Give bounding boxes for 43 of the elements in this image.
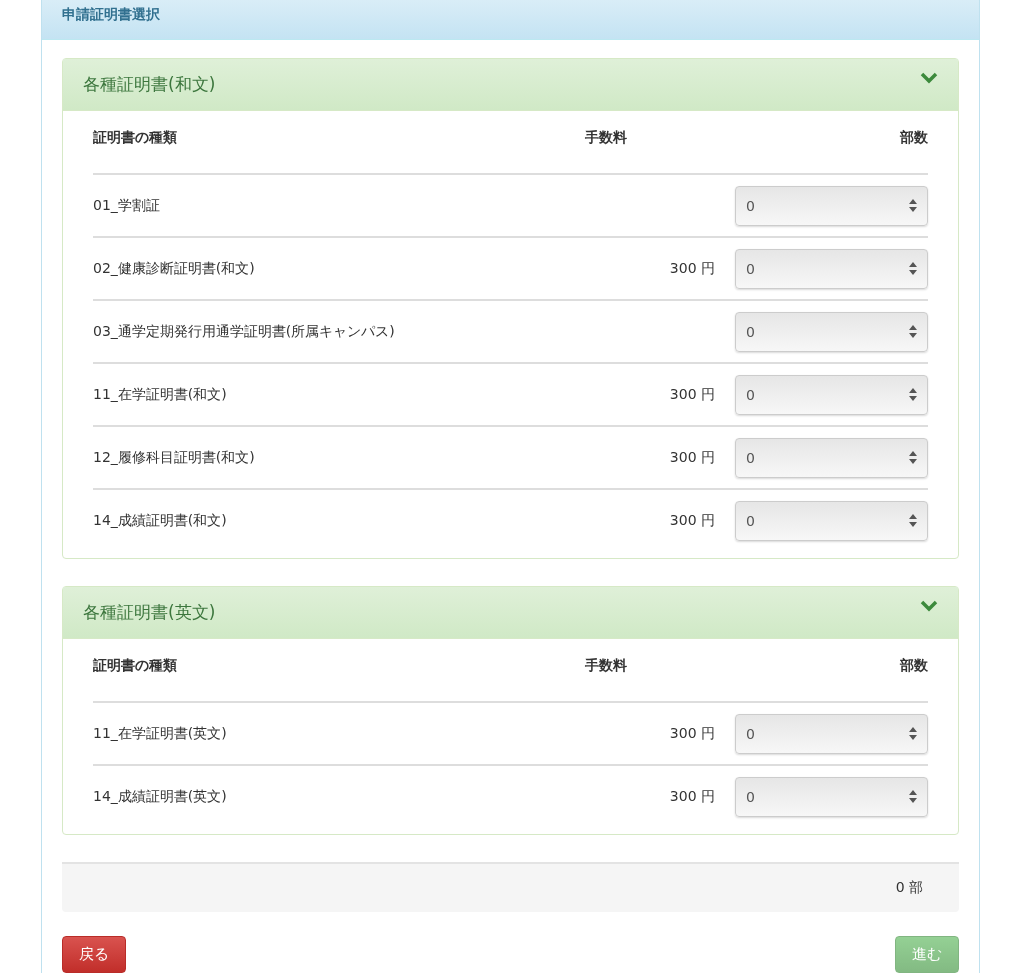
fee-text: 300 円 bbox=[669, 448, 715, 465]
count-select[interactable]: 0 bbox=[735, 437, 928, 478]
total-count: 0 部 bbox=[895, 879, 923, 897]
count-select[interactable]: 0 bbox=[735, 248, 928, 289]
panel-title: 申請証明書選択 bbox=[42, 0, 979, 40]
fee-text: 300 円 bbox=[669, 787, 715, 804]
certificate-name: 01_学割証 bbox=[93, 196, 161, 215]
column-header: 部数 bbox=[899, 657, 928, 675]
column-header: 手数料 bbox=[585, 129, 628, 147]
certificate-name: 14_成績証明書(和文) bbox=[93, 511, 228, 530]
chevron-down-icon[interactable] bbox=[920, 71, 938, 84]
count-select[interactable]: 0 bbox=[735, 776, 928, 817]
up-down-arrows-icon bbox=[909, 790, 917, 803]
section-title: 各種証明書(英文) bbox=[83, 601, 216, 624]
up-down-arrows-icon bbox=[909, 199, 917, 212]
up-down-arrows-icon bbox=[909, 262, 917, 275]
fee-text: 300 円 bbox=[669, 511, 715, 528]
back-button[interactable]: 戻る bbox=[62, 936, 126, 973]
count-select[interactable]: 0 bbox=[735, 713, 928, 754]
certificate-name: 11_在学証明書(英文) bbox=[93, 724, 228, 743]
certificate-name: 14_成績証明書(英文) bbox=[93, 787, 228, 806]
up-down-arrows-icon bbox=[909, 325, 917, 338]
count-select[interactable]: 0 bbox=[735, 311, 928, 352]
certificate-name: 02_健康診断証明書(和文) bbox=[93, 259, 256, 278]
up-down-arrows-icon bbox=[909, 514, 917, 527]
certificate-name: 12_履修科目証明書(和文) bbox=[93, 448, 256, 467]
fee-text: 300 円 bbox=[669, 385, 715, 402]
up-down-arrows-icon bbox=[909, 451, 917, 464]
fee-text: 300 円 bbox=[669, 259, 715, 276]
up-down-arrows-icon bbox=[909, 388, 917, 401]
up-down-arrows-icon bbox=[909, 727, 917, 740]
column-header: 手数料 bbox=[585, 657, 628, 675]
certificate-name: 03_通学定期発行用通学証明書(所属キャンパス) bbox=[93, 322, 396, 341]
column-header: 部数 bbox=[899, 129, 928, 147]
count-select[interactable]: 0 bbox=[735, 374, 928, 415]
chevron-down-icon[interactable] bbox=[920, 599, 938, 612]
fee-text: 300 円 bbox=[669, 724, 715, 741]
section-title: 各種証明書(和文) bbox=[83, 73, 216, 96]
count-select[interactable]: 0 bbox=[735, 185, 928, 226]
certificate-name: 11_在学証明書(和文) bbox=[93, 385, 228, 404]
column-header: 証明書の種類 bbox=[93, 657, 178, 675]
column-header: 証明書の種類 bbox=[93, 129, 178, 147]
count-select[interactable]: 0 bbox=[735, 500, 928, 541]
